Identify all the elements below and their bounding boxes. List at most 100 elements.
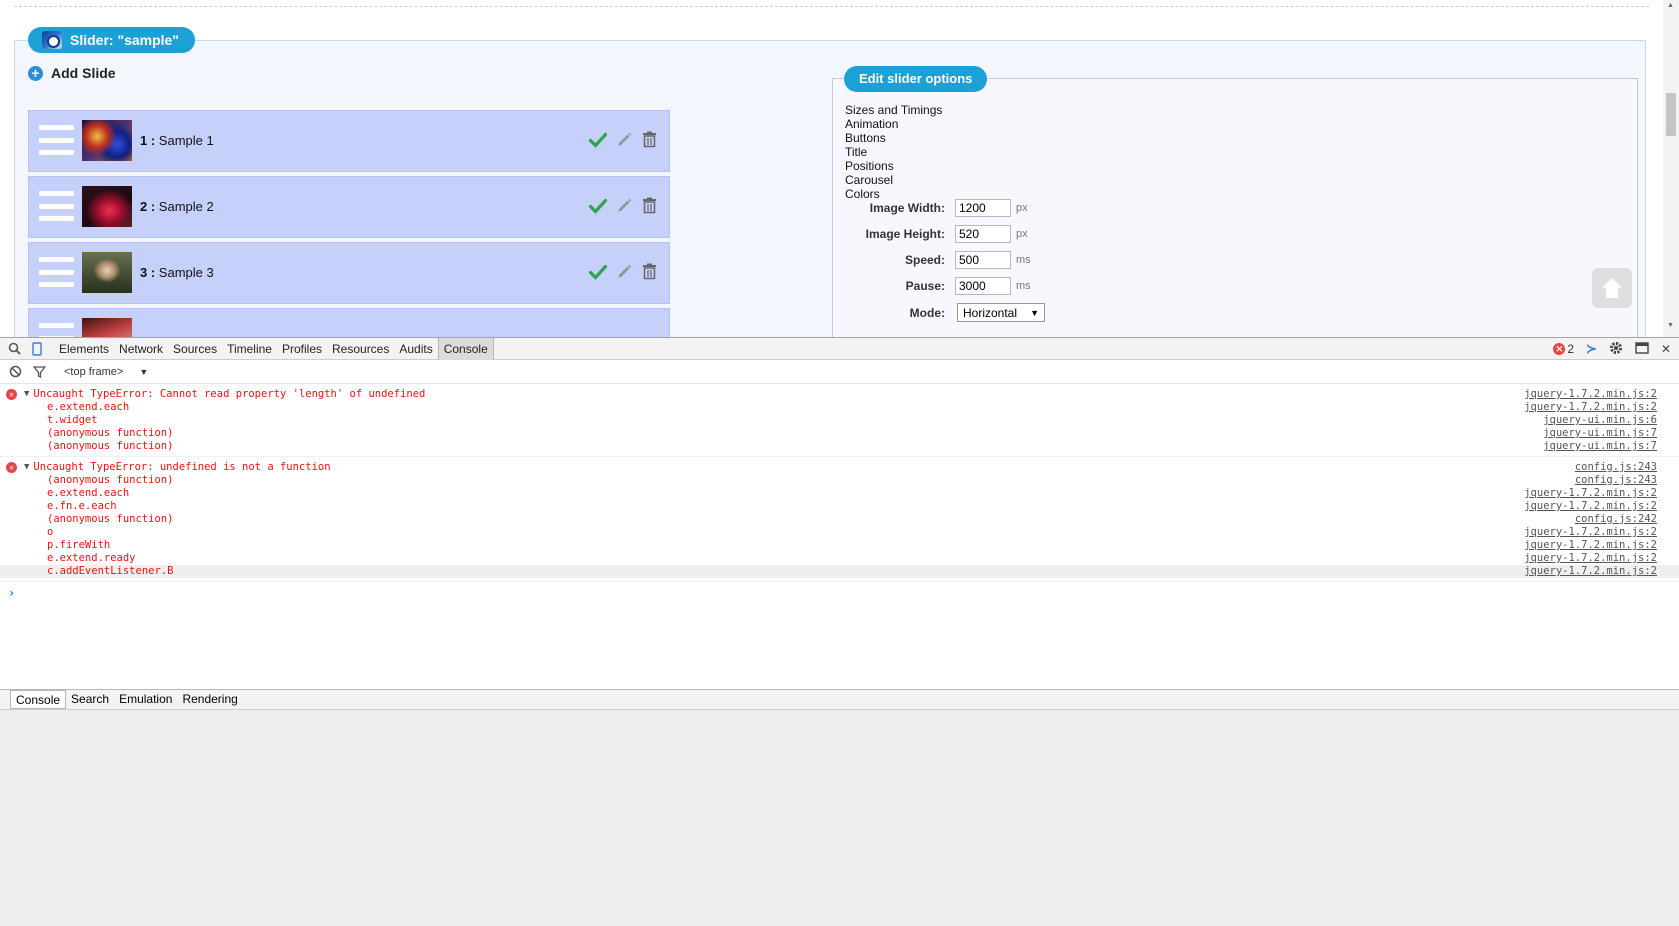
option-link-animation[interactable]: Animation xyxy=(845,117,942,131)
expand-triangle-icon[interactable]: ▼ xyxy=(24,388,29,401)
pencil-icon[interactable] xyxy=(616,263,633,280)
option-link-buttons[interactable]: Buttons xyxy=(845,131,942,145)
slide-row[interactable]: 2 : Sample 2 xyxy=(28,176,670,238)
image-width-input[interactable] xyxy=(955,199,1011,217)
source-link[interactable]: jquery-1.7.2.min.js:2 xyxy=(1524,500,1657,513)
tab-profiles[interactable]: Profiles xyxy=(277,338,327,360)
stack-frame: c.addEventListener.B xyxy=(47,565,174,577)
console-error-message[interactable]: ✕ ▼ Uncaught TypeError: Cannot read prope… xyxy=(0,384,1679,457)
option-link-title[interactable]: Title xyxy=(845,145,942,159)
slide-thumbnail xyxy=(82,252,132,293)
tab-sources[interactable]: Sources xyxy=(168,338,222,360)
source-link[interactable]: jquery-1.7.2.min.js:2 xyxy=(1524,388,1657,401)
image-height-unit: px xyxy=(1016,228,1028,240)
dock-icon[interactable] xyxy=(1635,341,1649,357)
filter-icon[interactable] xyxy=(30,363,48,381)
pencil-icon[interactable] xyxy=(616,131,633,148)
pencil-icon[interactable] xyxy=(616,197,633,214)
stack-frame: e.extend.ready xyxy=(47,552,136,564)
error-counter[interactable]: ✕ 2 xyxy=(1553,342,1574,356)
mode-select[interactable]: Horizontal ▼ xyxy=(957,303,1045,322)
speed-input[interactable] xyxy=(955,251,1011,269)
stack-frame: e.extend.each xyxy=(47,487,130,499)
frame-select[interactable]: <top frame> ▼ xyxy=(64,366,148,378)
page-viewport: Slider: "sample" + Add Slide 1 : Sample … xyxy=(0,0,1679,337)
drawer-tab-emulation[interactable]: Emulation xyxy=(114,690,177,709)
scroll-down-arrow-icon[interactable]: ▼ xyxy=(1667,322,1674,329)
expand-triangle-icon[interactable]: ▼ xyxy=(24,461,29,474)
console-error-message[interactable]: ✕ ▼ Uncaught TypeError: undefined is not … xyxy=(0,457,1679,582)
drawer-tab-rendering[interactable]: Rendering xyxy=(177,690,242,709)
tab-audits[interactable]: Audits xyxy=(394,338,437,360)
image-height-row: Image Height: px xyxy=(845,225,1028,243)
check-icon[interactable] xyxy=(589,198,607,214)
trash-icon[interactable] xyxy=(642,197,657,214)
drag-handle-icon[interactable] xyxy=(39,125,74,155)
drawer-tab-console[interactable]: Console xyxy=(10,690,67,709)
console-output: ✕ ▼ Uncaught TypeError: Cannot read prope… xyxy=(0,384,1679,600)
clear-console-icon[interactable] xyxy=(6,363,24,381)
source-link[interactable]: jquery-1.7.2.min.js:2 xyxy=(1524,565,1657,578)
show-drawer-icon[interactable]: ≻ xyxy=(1586,341,1597,357)
source-link[interactable]: jquery-ui.min.js:7 xyxy=(1543,440,1657,453)
slider-logo-icon xyxy=(42,31,62,49)
option-section-list: Sizes and Timings Animation Buttons Titl… xyxy=(845,103,942,201)
option-link-carousel[interactable]: Carousel xyxy=(845,173,942,187)
image-height-input[interactable] xyxy=(955,225,1011,243)
mode-row: Mode: Horizontal ▼ xyxy=(845,303,1045,322)
option-link-sizes[interactable]: Sizes and Timings xyxy=(845,103,942,117)
check-icon[interactable] xyxy=(589,132,607,148)
devtools-toolbar: Elements Network Sources Timeline Profil… xyxy=(0,337,1679,360)
error-text: Uncaught TypeError: Cannot read property… xyxy=(33,388,426,400)
source-link[interactable]: jquery-1.7.2.min.js:2 xyxy=(1524,552,1657,565)
source-link[interactable]: jquery-1.7.2.min.js:2 xyxy=(1524,526,1657,539)
source-link[interactable]: jquery-ui.min.js:7 xyxy=(1543,427,1657,440)
source-link[interactable]: config.js:242 xyxy=(1575,513,1657,526)
error-text: Uncaught TypeError: undefined is not a f… xyxy=(33,461,331,473)
source-link[interactable]: jquery-1.7.2.min.js:2 xyxy=(1524,401,1657,414)
scroll-up-arrow-icon[interactable]: ▲ xyxy=(1667,2,1674,9)
dropdown-arrow-icon: ▼ xyxy=(139,366,149,377)
slide-name: Sample 3 xyxy=(155,265,214,280)
tab-network[interactable]: Network xyxy=(114,338,168,360)
scrollbar-thumb[interactable] xyxy=(1666,93,1676,136)
trash-icon[interactable] xyxy=(642,263,657,280)
device-mode-icon[interactable] xyxy=(28,338,46,360)
add-slide-button[interactable]: + Add Slide xyxy=(28,65,116,81)
option-link-positions[interactable]: Positions xyxy=(845,159,942,173)
source-link[interactable]: config.js:243 xyxy=(1575,461,1657,474)
console-prompt[interactable]: › xyxy=(0,582,1679,600)
mode-value: Horizontal xyxy=(963,305,1018,320)
source-link[interactable]: jquery-ui.min.js:6 xyxy=(1543,414,1657,427)
slide-name: Sample 1 xyxy=(155,133,214,148)
drawer-tab-bar: Console Search Emulation Rendering xyxy=(0,689,1679,710)
slide-row[interactable]: 1 : Sample 1 xyxy=(28,110,670,172)
drag-handle-icon[interactable] xyxy=(39,323,74,337)
tab-timeline[interactable]: Timeline xyxy=(222,338,277,360)
drag-handle-icon[interactable] xyxy=(39,191,74,221)
speed-unit: ms xyxy=(1016,254,1031,266)
slide-row[interactable]: 3 : Sample 3 xyxy=(28,242,670,304)
tab-resources[interactable]: Resources xyxy=(327,338,394,360)
slide-row-partial[interactable] xyxy=(28,308,670,337)
stack-frame: o xyxy=(47,526,54,538)
drag-handle-icon[interactable] xyxy=(39,257,74,287)
search-icon[interactable] xyxy=(5,338,23,360)
stack-frame: p.fireWith xyxy=(47,539,111,551)
close-icon[interactable]: ✕ xyxy=(1661,342,1671,356)
pause-input[interactable] xyxy=(955,277,1011,295)
pause-unit: ms xyxy=(1016,280,1031,292)
source-link[interactable]: jquery-1.7.2.min.js:2 xyxy=(1524,539,1657,552)
scroll-to-top-button[interactable] xyxy=(1592,268,1632,308)
settings-gear-icon[interactable] xyxy=(1609,341,1623,358)
check-icon[interactable] xyxy=(589,264,607,280)
source-link[interactable]: config.js:243 xyxy=(1575,474,1657,487)
speed-label: Speed: xyxy=(904,253,945,267)
tab-elements[interactable]: Elements xyxy=(54,338,114,360)
trash-icon[interactable] xyxy=(642,131,657,148)
source-link[interactable]: jquery-1.7.2.min.js:2 xyxy=(1524,487,1657,500)
slider-title: Slider: "sample" xyxy=(70,32,179,48)
drawer-tab-search[interactable]: Search xyxy=(66,690,114,709)
tab-console[interactable]: Console xyxy=(437,337,494,360)
page-scrollbar[interactable]: ▲ ▼ xyxy=(1663,0,1679,337)
